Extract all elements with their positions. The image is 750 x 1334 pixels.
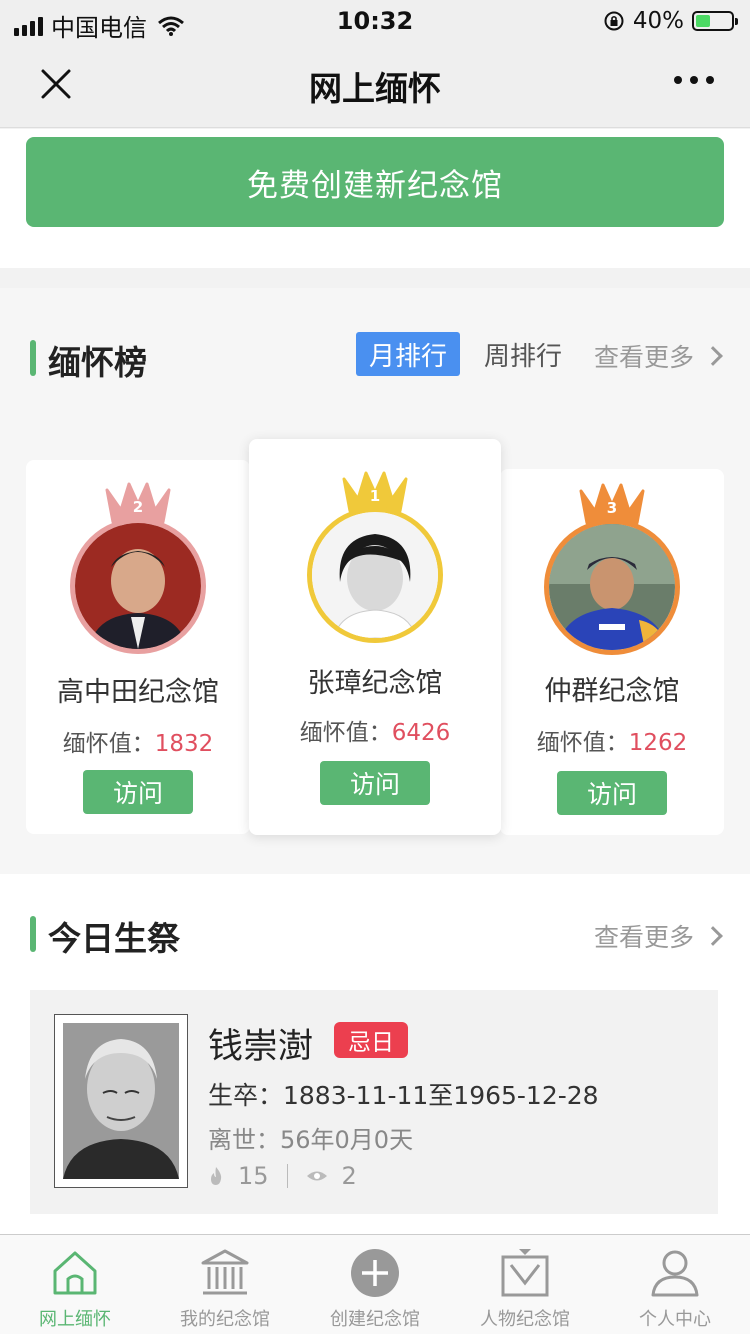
score-value: 1262 (628, 730, 688, 756)
status-bar: 中国电信 10:32 40% (0, 0, 750, 42)
score-label: 缅怀值： (536, 730, 629, 756)
tab-personal-center[interactable]: 个人中心 (600, 1235, 750, 1334)
page-title: 网上缅怀 (309, 69, 441, 108)
tab-label: 创建纪念馆 (330, 1309, 420, 1330)
tab-label: 网上缅怀 (39, 1309, 111, 1330)
life-dates: 生卒：1883-11-11至1965-12-28 (208, 1081, 599, 1110)
today-title: 今日生祭 (48, 919, 180, 958)
tab-my-memorials[interactable]: 我的纪念馆 (150, 1235, 300, 1334)
flower-count: 15 (238, 1162, 269, 1190)
more-options-icon[interactable] (674, 76, 714, 84)
battery-percent: 40% (632, 8, 684, 34)
person-card[interactable]: 钱崇澍 忌日 生卒：1883-11-11至1965-12-28 离世：56年0月… (30, 990, 718, 1214)
tab-online-memorial[interactable]: 网上缅怀 (0, 1235, 150, 1334)
visit-button[interactable]: 访问 (557, 771, 667, 815)
score-label: 缅怀值： (62, 731, 155, 757)
score-value: 1832 (154, 731, 214, 757)
person-hall-icon (501, 1249, 549, 1297)
memorial-score: 缅怀值：1832 (26, 724, 250, 758)
plus-icon (351, 1249, 399, 1297)
rotation-lock-icon (604, 11, 624, 31)
view-more-label: 查看更多 (593, 923, 694, 952)
memorial-score: 缅怀值：6426 (249, 713, 501, 747)
time-since-passing: 离世：56年0月0天 (208, 1126, 414, 1154)
avatar-frame: 2 (70, 478, 206, 654)
rank-card-3[interactable]: 3 仲群纪念馆 缅怀值：1262 访问 (500, 469, 724, 835)
avatar (307, 507, 443, 643)
ranking-section: 缅怀榜 月排行 周排行 查看更多 2 高中田纪念馆 缅怀值：1832 访问 1 … (0, 288, 750, 874)
rank-number: 1 (369, 487, 381, 505)
avatar-frame: 1 (307, 467, 443, 643)
rank-card-2[interactable]: 2 高中田纪念馆 缅怀值：1832 访问 (26, 460, 250, 834)
memorial-name: 张璋纪念馆 (307, 668, 443, 699)
rank-number: 2 (132, 498, 144, 516)
eye-icon (306, 1171, 327, 1181)
tab-label: 人物纪念馆 (480, 1309, 570, 1330)
section-accent-bar (30, 916, 36, 952)
ranking-view-more-link[interactable]: 查看更多 (593, 338, 723, 374)
rank-card-1[interactable]: 1 张璋纪念馆 缅怀值：6426 访问 (249, 439, 501, 835)
memorial-name: 高中田纪念馆 (57, 677, 219, 708)
rank-number: 3 (606, 499, 618, 517)
person-stats: 15 2 (208, 1162, 357, 1190)
avatar-frame: 3 (544, 479, 680, 655)
nav-bar: 网上缅怀 (0, 40, 750, 128)
score-label: 缅怀值： (299, 720, 392, 746)
home-icon (53, 1251, 97, 1295)
today-view-more-link[interactable]: 查看更多 (593, 918, 723, 954)
divider (286, 1164, 288, 1188)
visit-button[interactable]: 访问 (320, 761, 430, 805)
create-memorial-button[interactable]: 免费创建新纪念馆 (26, 137, 724, 227)
avatar (544, 519, 680, 655)
view-count: 2 (341, 1162, 357, 1190)
memorial-score: 缅怀值：1262 (500, 723, 724, 757)
tab-weekly-ranking[interactable]: 周排行 (480, 332, 566, 376)
status-badge: 忌日 (334, 1022, 408, 1058)
tab-create-memorial[interactable]: 创建纪念馆 (300, 1235, 450, 1334)
battery-icon (692, 11, 738, 31)
visit-button[interactable]: 访问 (83, 770, 193, 814)
person-name: 钱崇澍 (208, 1027, 314, 1067)
user-icon (651, 1250, 699, 1297)
flame-icon (211, 1167, 222, 1185)
hall-icon (201, 1249, 249, 1295)
view-more-label: 查看更多 (593, 343, 694, 372)
today-anniversary-section: 今日生祭 查看更多 钱崇澍 忌日 生卒：1883-11-11至1965-12-2… (0, 874, 750, 1234)
chevron-right-icon (703, 926, 723, 946)
tab-label: 个人中心 (639, 1309, 711, 1330)
bottom-tab-bar: 网上缅怀 我的纪念馆 创建纪念馆 人物纪念馆 个人中心 (0, 1234, 750, 1334)
memorial-name: 仲群纪念馆 (544, 676, 680, 707)
score-value: 6426 (391, 720, 451, 746)
tab-monthly-ranking[interactable]: 月排行 (356, 332, 460, 376)
avatar (70, 518, 206, 654)
tab-person-memorial[interactable]: 人物纪念馆 (450, 1235, 600, 1334)
chevron-right-icon (703, 346, 723, 366)
create-area: 免费创建新纪念馆 (0, 129, 750, 268)
ranking-title: 缅怀榜 (48, 343, 147, 382)
tab-label: 我的纪念馆 (180, 1309, 270, 1330)
section-accent-bar (30, 340, 36, 376)
portrait-photo (54, 1014, 188, 1188)
